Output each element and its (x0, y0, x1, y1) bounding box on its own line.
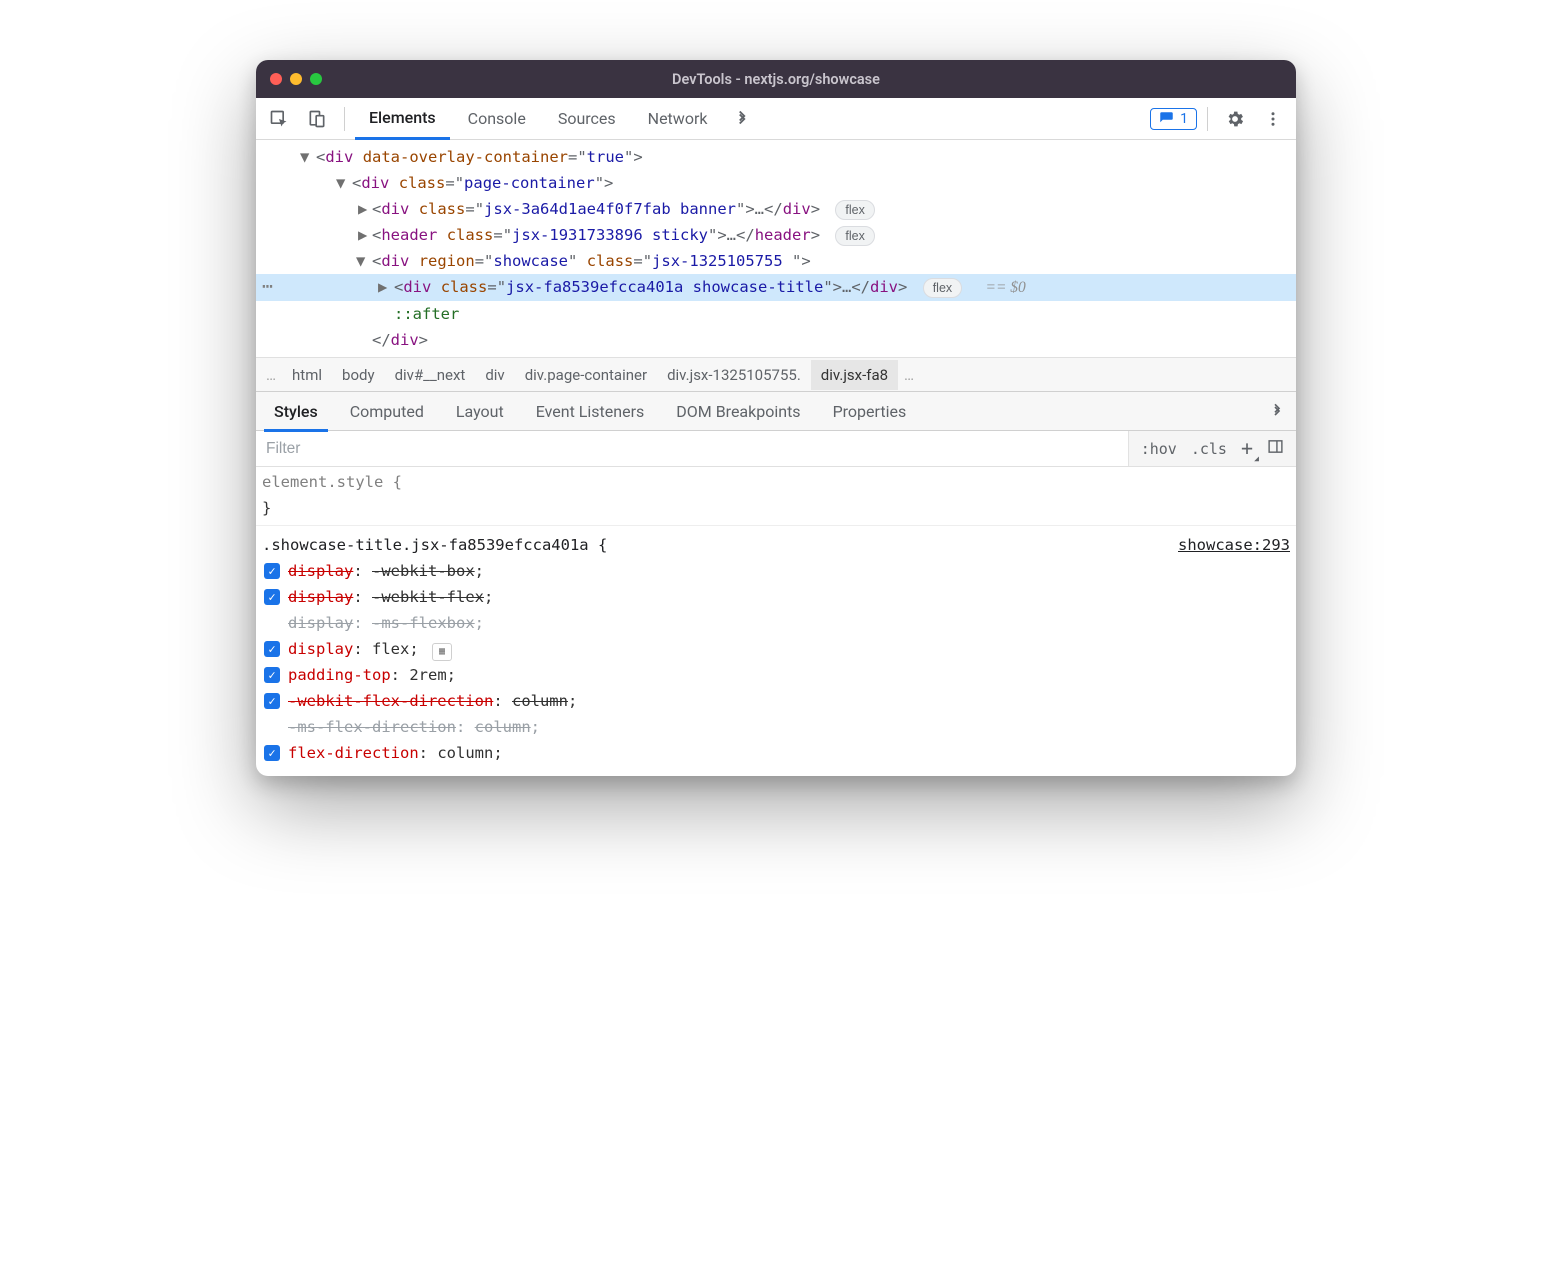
titlebar: DevTools - nextjs.org/showcase (256, 60, 1296, 98)
console-reference: == $0 (985, 279, 1025, 296)
crumb-body[interactable]: body (332, 360, 385, 390)
tab-elements[interactable]: Elements (355, 98, 450, 140)
property-toggle-checkbox[interactable]: ✓ (264, 745, 280, 761)
tab-styles[interactable]: Styles (258, 391, 334, 431)
property-toggle-checkbox[interactable]: ✓ (264, 641, 280, 657)
styles-filter-input[interactable] (256, 431, 1128, 466)
dom-breadcrumb: … html body div#__next div div.page-cont… (256, 357, 1296, 391)
tab-layout[interactable]: Layout (440, 391, 520, 431)
dom-node[interactable]: ▶ <div class="jsx-3a64d1ae4f0f7fab banne… (256, 196, 1296, 222)
css-property[interactable]: ✓ display: flex; ▦ (262, 636, 1290, 662)
inspect-element-icon[interactable] (262, 102, 296, 136)
styles-tab-strip: Styles Computed Layout Event Listeners D… (256, 391, 1296, 431)
settings-icon[interactable] (1218, 102, 1252, 136)
tab-sources[interactable]: Sources (544, 98, 630, 140)
flexbox-editor-icon[interactable]: ▦ (432, 643, 452, 661)
css-rule[interactable]: showcase:293 .showcase-title.jsx-fa8539e… (262, 532, 1290, 766)
filter-actions: :hov .cls +◢ (1128, 431, 1296, 466)
tab-event-listeners[interactable]: Event Listeners (520, 391, 661, 431)
crumb-page-container[interactable]: div.page-container (515, 360, 657, 390)
dom-node[interactable]: ▼ <div region="showcase" class="jsx-1325… (256, 248, 1296, 274)
css-property[interactable]: ✓ padding-top: 2rem; (262, 662, 1290, 688)
css-property[interactable]: ✓ flex-direction: column; (262, 740, 1290, 766)
separator (1207, 107, 1208, 131)
dom-tree[interactable]: ▼ <div data-overlay-container="true"> ▼ … (256, 140, 1296, 357)
css-property[interactable]: ✓ -webkit-flex-direction: column; (262, 688, 1290, 714)
flex-badge[interactable]: flex (923, 278, 962, 298)
device-toolbar-icon[interactable] (300, 102, 334, 136)
dom-node-close[interactable]: </div> (256, 327, 1296, 353)
more-tabs-icon[interactable] (725, 102, 759, 136)
kebab-menu-icon[interactable] (1256, 102, 1290, 136)
dom-node[interactable]: ▼ <div data-overlay-container="true"> (256, 144, 1296, 170)
styles-pane[interactable]: element.style { } showcase:293 .showcase… (256, 467, 1296, 776)
toggle-cls-button[interactable]: .cls (1185, 436, 1233, 462)
more-style-tabs-icon[interactable] (1260, 394, 1294, 428)
new-style-rule-button[interactable]: +◢ (1235, 432, 1259, 464)
window-title: DevTools - nextjs.org/showcase (256, 71, 1296, 88)
crumb-next[interactable]: div#__next (385, 360, 476, 390)
flex-badge[interactable]: flex (835, 200, 874, 220)
breadcrumb-overflow[interactable]: … (260, 360, 282, 390)
tab-dom-breakpoints[interactable]: DOM Breakpoints (660, 391, 816, 431)
devtools-window: DevTools - nextjs.org/showcase Elements … (256, 60, 1296, 776)
crumb-div[interactable]: div (475, 360, 514, 390)
tab-computed[interactable]: Computed (334, 391, 440, 431)
dom-node-selected[interactable]: ⋯ ▶ <div class="jsx-fa8539efcca401a show… (256, 274, 1296, 301)
crumb-region[interactable]: div.jsx-1325105755. (657, 360, 811, 390)
dom-node[interactable]: ▶ <header class="jsx-1931733896 sticky">… (256, 222, 1296, 248)
ellipsis-icon[interactable]: ⋯ (262, 274, 275, 300)
styles-filter-bar: :hov .cls +◢ (256, 431, 1296, 467)
property-toggle-checkbox[interactable]: ✓ (264, 589, 280, 605)
rule-source-link[interactable]: showcase:293 (1178, 532, 1290, 558)
issues-count: 1 (1180, 111, 1188, 127)
toggle-sidebar-icon[interactable] (1261, 434, 1290, 463)
main-tab-strip: Elements Console Sources Network 1 (256, 98, 1296, 140)
separator (344, 107, 345, 131)
issues-badge[interactable]: 1 (1150, 108, 1197, 130)
crumb-selected[interactable]: div.jsx-fa8 (811, 360, 898, 390)
css-property[interactable]: -ms-flex-direction: column; (262, 714, 1290, 740)
css-property[interactable]: ✓ display: -webkit-box; (262, 558, 1290, 584)
property-toggle-checkbox[interactable]: ✓ (264, 667, 280, 683)
crumb-html[interactable]: html (282, 360, 332, 390)
tab-network[interactable]: Network (634, 98, 722, 140)
element-style-rule[interactable]: element.style { } (262, 469, 1290, 521)
flex-badge[interactable]: flex (835, 226, 874, 246)
rule-selector[interactable]: .showcase-title.jsx-fa8539efcca401a { (262, 536, 607, 554)
toggle-hov-button[interactable]: :hov (1135, 436, 1183, 462)
dom-node[interactable]: ▼ <div class="page-container"> (256, 170, 1296, 196)
breadcrumb-overflow[interactable]: … (898, 360, 920, 390)
property-toggle-checkbox[interactable]: ✓ (264, 563, 280, 579)
dom-pseudo[interactable]: ::after (256, 301, 1296, 327)
property-toggle-checkbox[interactable]: ✓ (264, 693, 280, 709)
css-property[interactable]: ✓ display: -webkit-flex; (262, 584, 1290, 610)
css-property[interactable]: display: -ms-flexbox; (262, 610, 1290, 636)
tab-properties[interactable]: Properties (817, 391, 923, 431)
tab-console[interactable]: Console (454, 98, 540, 140)
